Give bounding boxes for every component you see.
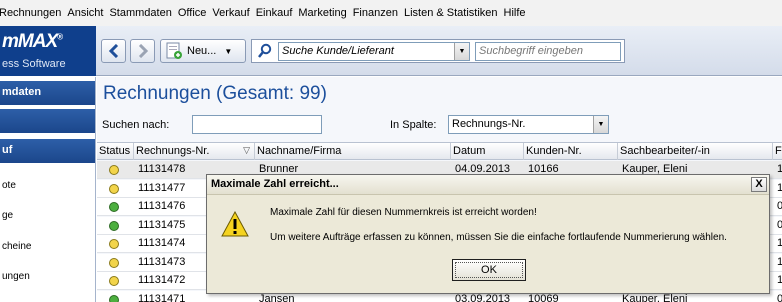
sidebar-header-blank[interactable] [0, 109, 95, 133]
cell-f: 0 [777, 200, 782, 212]
column-header-rechnungs-nr[interactable]: Rechnungs-Nr. ▽ [134, 143, 255, 160]
page-title: Rechnungen (Gesamt: 99) [103, 83, 327, 104]
new-button-label: Neu... [187, 45, 217, 57]
menu-marketing[interactable]: Marketing [295, 7, 349, 19]
close-icon[interactable]: X [751, 177, 767, 192]
cell-f: 1 [777, 163, 782, 175]
ok-button[interactable]: OK [452, 259, 526, 281]
sidebar-item-rechnungen[interactable]: ungen [2, 271, 30, 282]
cell-f: 0 [777, 292, 782, 302]
toolbar: mMAX® ess Software Neu... ▼ Suche Kunde/… [0, 26, 782, 76]
search-input[interactable]: Suchbegriff eingeben [475, 42, 621, 61]
new-button[interactable]: Neu... ▼ [160, 39, 246, 63]
status-dot-icon [109, 183, 119, 194]
search-label: Suchen nach: [102, 119, 170, 131]
chevron-down-icon[interactable]: ▼ [454, 43, 469, 60]
quick-search-bar: Suche Kunde/Lieferant ▼ Suchbegriff eing… [251, 39, 625, 63]
cell-f: 0 [777, 218, 782, 231]
filter-search-input[interactable] [192, 115, 322, 134]
dialog-message-primary: Maximale Zahl für diesen Nummernkreis is… [270, 207, 537, 218]
sidebar-header-verkauf[interactable]: uf [0, 139, 95, 163]
chevron-down-icon[interactable]: ▼ [593, 116, 608, 133]
cell-f: 1 [777, 255, 782, 268]
menu-ansicht[interactable]: Ansicht [64, 7, 106, 19]
status-dot-icon [109, 257, 119, 268]
cell-f: 1 [777, 181, 782, 194]
max-number-dialog: Maximale Zahl erreicht... X Maximale Zah… [206, 174, 770, 294]
sidebar: mdaten uf ote ge cheine ungen [0, 77, 96, 302]
status-dot-icon [109, 165, 119, 175]
column-label: In Spalte: [390, 119, 437, 131]
menu-office[interactable]: Office [175, 7, 210, 19]
logo-text: mMAX [2, 31, 58, 52]
column-select-value: Rechnungs-Nr. [452, 118, 526, 130]
menu-finanzen[interactable]: Finanzen [350, 7, 401, 19]
column-header-nachname[interactable]: Nachname/Firma [255, 143, 451, 160]
back-button[interactable] [101, 39, 126, 63]
logo-registered: ® [57, 32, 63, 42]
sort-descending-icon: ▽ [243, 145, 250, 155]
status-dot-icon [109, 202, 119, 212]
sidebar-item-lieferscheine[interactable]: cheine [2, 241, 31, 252]
sidebar-header-stammdaten[interactable]: mdaten [0, 81, 95, 105]
cell-f: 1 [777, 237, 782, 249]
app-logo: mMAX® ess Software [0, 26, 96, 76]
status-dot-icon [109, 220, 119, 231]
menu-einkauf[interactable]: Einkauf [253, 7, 296, 19]
column-select[interactable]: Rechnungs-Nr. ▼ [448, 115, 609, 134]
new-document-icon [166, 42, 182, 59]
arrow-left-icon [108, 44, 118, 58]
menu-bar: Rechnungen Ansicht Stammdaten Office Ver… [0, 0, 782, 26]
menu-rechnungen[interactable]: Rechnungen [0, 7, 64, 19]
column-header-sachbearbeiter[interactable]: Sachbearbeiter/-in [618, 143, 773, 160]
menu-listen-statistiken[interactable]: Listen & Statistiken [401, 7, 501, 19]
status-dot-icon [109, 276, 119, 286]
column-header-f[interactable]: F [773, 143, 782, 160]
search-icon[interactable] [257, 43, 273, 59]
arrow-right-icon [138, 44, 148, 58]
dialog-title: Maximale Zahl erreicht... [207, 175, 769, 195]
status-dot-icon [109, 294, 119, 302]
grid-header: Status Rechnungs-Nr. ▽ Nachname/Firma Da… [97, 142, 782, 160]
search-mode-value: Suche Kunde/Lieferant [282, 45, 394, 57]
column-header-datum[interactable]: Datum [451, 143, 524, 160]
search-mode-select[interactable]: Suche Kunde/Lieferant ▼ [278, 42, 470, 61]
column-header-kunden-nr[interactable]: Kunden-Nr. [524, 143, 618, 160]
logo-subtitle: ess Software [2, 58, 66, 70]
menu-verkauf[interactable]: Verkauf [209, 7, 252, 19]
status-dot-icon [109, 239, 119, 249]
column-header-status[interactable]: Status [97, 143, 134, 160]
sidebar-item-auftraege[interactable]: ge [2, 210, 13, 221]
menu-hilfe[interactable]: Hilfe [501, 7, 529, 19]
cell-f: 1 [777, 274, 782, 286]
menu-stammdaten[interactable]: Stammdaten [106, 7, 174, 19]
column-header-label: Rechnungs-Nr. [136, 145, 210, 157]
dialog-message-secondary: Um weitere Aufträge erfassen zu können, … [270, 232, 727, 243]
sidebar-item-angebote[interactable]: ote [2, 180, 16, 191]
chevron-down-icon[interactable]: ▼ [224, 47, 232, 56]
warning-icon [221, 211, 249, 237]
forward-button[interactable] [130, 39, 155, 63]
